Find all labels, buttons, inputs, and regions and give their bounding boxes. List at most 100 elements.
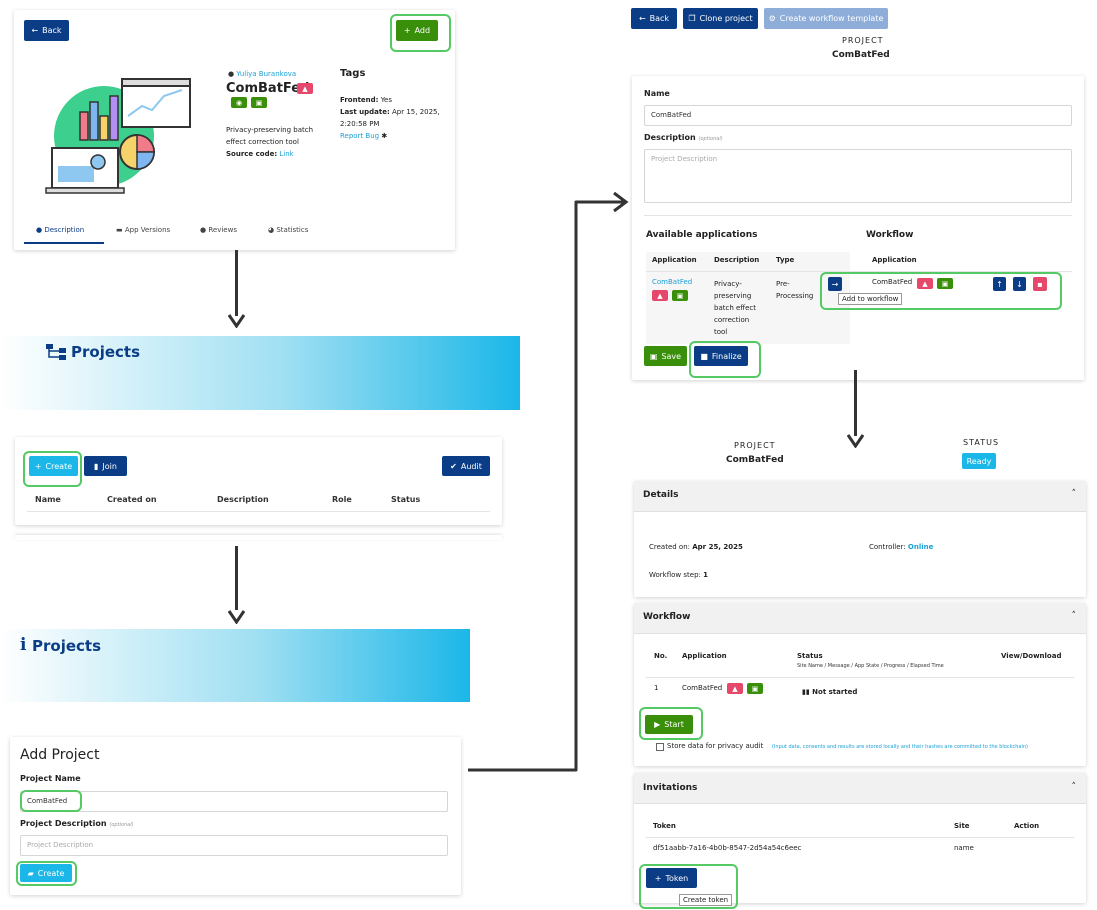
col-view-download: View/Download: [1001, 652, 1062, 660]
controller-status: Controller: Online: [869, 543, 934, 551]
project-name-heading: ComBatFed: [832, 50, 890, 60]
sitemap-icon: [46, 344, 66, 360]
add-project-card: Add Project Project Name ComBatFed Proje…: [10, 737, 461, 895]
app-description: Privacy-preserving batch effect correcti…: [226, 126, 314, 158]
project-setup-card: Name ComBatFed Description (optional) Pr…: [632, 76, 1084, 380]
highlight-name: [20, 790, 82, 812]
create-template-button[interactable]: ⚙ Create workflow template: [764, 8, 888, 29]
tags-title: Tags: [340, 68, 366, 79]
warning-icon: ▲: [297, 83, 313, 94]
col-status-sub: Site Name / Message / App State / Progre…: [797, 663, 944, 669]
projects-title: Projects: [71, 343, 141, 361]
invitations-title: Invitations: [643, 783, 698, 793]
join-project-button[interactable]: ▮ Join: [84, 456, 127, 476]
projects-list-card: + Create ▮ Join ✔ Audit Name Created on …: [15, 437, 502, 525]
tab-statistics[interactable]: ◕ Statistics: [268, 226, 308, 234]
chevron-up-icon[interactable]: ˄: [1072, 489, 1077, 499]
workflow-col-application: Application: [872, 256, 917, 264]
chevron-up-icon[interactable]: ˄: [1072, 782, 1077, 792]
back-button-2[interactable]: ← Back: [631, 8, 677, 29]
door-icon: ▮: [94, 461, 99, 471]
invitation-site: name: [954, 844, 974, 852]
arrow-left-icon: ←: [31, 26, 39, 35]
description-textarea[interactable]: Project Description: [644, 149, 1072, 203]
table-divider: [646, 677, 1074, 678]
app-detail-card: ← Back + Add ● Yuliya Burankova ComBatFe…: [14, 10, 455, 250]
flow-arrow: [235, 546, 238, 610]
copy-icon: ❐: [688, 14, 696, 23]
col-description: Description: [714, 256, 760, 264]
row-no: 1: [654, 684, 659, 692]
name-label: Name: [644, 89, 670, 98]
reviews-icon: ●: [200, 226, 207, 234]
highlight-token: [639, 864, 738, 909]
project-name-input[interactable]: ComBatFed: [20, 791, 448, 812]
store-data-checkbox[interactable]: [656, 743, 664, 751]
app-tabs: ● Description ▬ App Versions ● Reviews ◕…: [24, 220, 444, 244]
back-button[interactable]: ← Back: [24, 20, 69, 41]
author-link[interactable]: ● Yuliya Burankova: [228, 70, 296, 78]
project-name-label: Project Name: [20, 774, 81, 783]
workflow-panel: Workflow ˄ No. Application Status Site N…: [634, 603, 1086, 766]
status-badge: Ready: [962, 453, 996, 469]
row-status: ▮▮ Not started: [802, 688, 858, 696]
tab-description[interactable]: ● Description: [36, 226, 84, 234]
col-site: Site: [954, 822, 970, 830]
col-type: Type: [776, 256, 795, 264]
highlight-finalize: [689, 341, 761, 378]
project-caption: PROJECT: [842, 36, 884, 45]
table-divider: [646, 271, 850, 272]
tab-app-versions[interactable]: ▬ App Versions: [116, 226, 170, 234]
details-title: Details: [643, 490, 679, 500]
invitation-token: df51aabb-7a16-4b0b-8547-2d54a54c6eec: [653, 844, 802, 852]
status-caption: STATUS: [963, 438, 1000, 447]
bug-icon: ✱: [381, 132, 388, 140]
col-action: Action: [1014, 822, 1040, 830]
app-illustration: [45, 78, 191, 194]
highlight-workflow-row: [820, 272, 1062, 310]
invitations-header[interactable]: Invitations ˄: [634, 773, 1086, 804]
warning-icon: ▲: [652, 290, 668, 301]
workflow-step: Workflow step: 1: [649, 571, 708, 579]
save-icon: ▣: [649, 351, 658, 361]
workflow-header[interactable]: Workflow ˄: [634, 603, 1086, 634]
tab-reviews[interactable]: ● Reviews: [200, 226, 237, 234]
table-divider: [27, 511, 490, 512]
projects-banner-2: i Projects: [0, 629, 470, 702]
projects-banner: Projects: [0, 336, 520, 410]
name-input[interactable]: ComBatFed: [644, 105, 1072, 126]
app-type: Pre- Processing: [776, 280, 814, 300]
projects-title-2: Projects: [32, 637, 102, 655]
add-project-title: Add Project: [20, 747, 100, 763]
save-button[interactable]: ▣ Save: [644, 346, 687, 366]
warning-icon: ▲: [727, 683, 743, 694]
gears-icon: ⚙: [768, 14, 776, 23]
flow-arrowhead: [847, 434, 864, 448]
source-code-link[interactable]: Link: [279, 150, 293, 158]
app-link[interactable]: ComBatFed: [652, 278, 692, 286]
store-data-label: Store data for privacy audit: [667, 742, 764, 750]
info-icon: ●: [36, 226, 43, 234]
tags-info: Frontend: Yes Last update: Apr 15, 2025,…: [340, 96, 440, 140]
col-no: No.: [654, 652, 668, 660]
highlight-create: [23, 451, 82, 487]
report-bug-link[interactable]: Report Bug: [340, 132, 379, 140]
created-on: Created on: Apr 25, 2025: [649, 543, 743, 551]
col-application: Application: [682, 652, 727, 660]
highlight-add: [390, 14, 451, 52]
section-divider: [644, 215, 1072, 216]
available-applications-title: Available applications: [646, 230, 758, 240]
project-description-input[interactable]: Project Description: [20, 835, 448, 856]
details-header[interactable]: Details ˄: [634, 481, 1086, 512]
container-icon: ▣: [747, 683, 763, 694]
flow-arrowhead: [228, 610, 245, 624]
col-application: Application: [652, 256, 697, 264]
flow-arrow: [854, 370, 857, 436]
chevron-up-icon[interactable]: ˄: [1072, 611, 1077, 621]
clone-project-button[interactable]: ❐ Clone project: [683, 8, 758, 29]
col-token: Token: [653, 822, 676, 830]
col-name: Name: [35, 495, 61, 504]
col-status: Status: [391, 495, 421, 504]
tab-active-underline: [24, 242, 104, 244]
eye-icon: ◉: [231, 97, 247, 108]
